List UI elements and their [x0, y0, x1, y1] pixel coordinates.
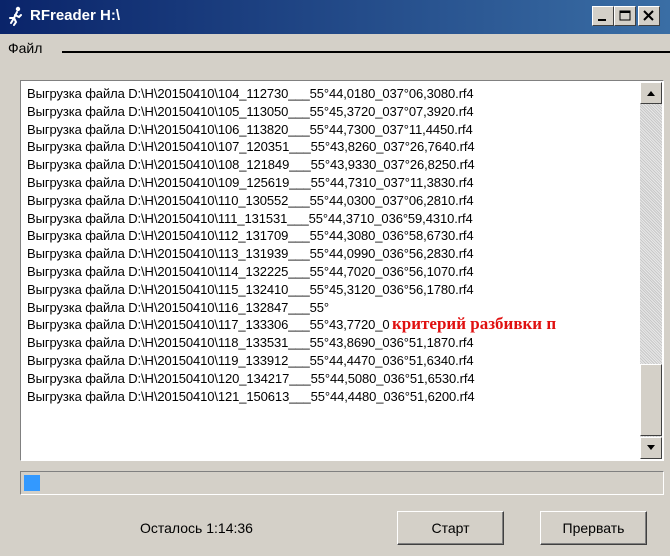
minimize-icon	[598, 19, 606, 21]
list-item[interactable]: Выгрузка файла D:\H\20150410\114_132225_…	[27, 263, 637, 281]
progress-fill	[24, 475, 40, 491]
remaining-time: Осталось 1:14:36	[140, 520, 253, 536]
arrow-up-icon	[647, 91, 655, 96]
list-item[interactable]: Выгрузка файла D:\H\20150410\109_125619_…	[27, 174, 637, 192]
list-item[interactable]: Выгрузка файла D:\H\20150410\112_131709_…	[27, 227, 637, 245]
list-item[interactable]: Выгрузка файла D:\H\20150410\110_130552_…	[27, 192, 637, 210]
maximize-icon	[619, 10, 631, 21]
log-listbox[interactable]: Выгрузка файла D:\H\20150410\104_112730_…	[20, 80, 664, 461]
title-bar[interactable]: RFreader H:\	[0, 0, 670, 34]
list-item[interactable]: Выгрузка файла D:\H\20150410\104_112730_…	[27, 85, 637, 103]
list-item[interactable]: Выгрузка файла D:\H\20150410\120_134217_…	[27, 370, 637, 388]
menu-divider	[62, 51, 670, 53]
list-item[interactable]: Выгрузка файла D:\H\20150410\105_113050_…	[27, 103, 637, 121]
list-item[interactable]: Выгрузка файла D:\H\20150410\108_121849_…	[27, 156, 637, 174]
app-window: RFreader H:\ Файл Выгрузка файла D:\H\20…	[0, 0, 670, 556]
list-item[interactable]: Выгрузка файла D:\H\20150410\106_113820_…	[27, 121, 637, 139]
close-icon	[643, 10, 654, 21]
overlay-annotation: критерий разбивки п	[390, 314, 559, 334]
stop-button[interactable]: Прервать	[540, 511, 647, 545]
start-button[interactable]: Старт	[397, 511, 504, 545]
minimize-button[interactable]	[592, 6, 614, 26]
scroll-up-button[interactable]	[640, 82, 662, 104]
list-item[interactable]: Выгрузка файла D:\H\20150410\111_131531_…	[27, 210, 637, 228]
log-items: Выгрузка файла D:\H\20150410\104_112730_…	[27, 85, 637, 405]
running-man-icon	[6, 6, 26, 26]
list-item[interactable]: Выгрузка файла D:\H\20150410\113_131939_…	[27, 245, 637, 263]
menu-file[interactable]: Файл	[8, 40, 42, 56]
maximize-button[interactable]	[614, 6, 636, 26]
vertical-scrollbar[interactable]	[640, 82, 662, 459]
list-item[interactable]: Выгрузка файла D:\H\20150410\107_120351_…	[27, 138, 637, 156]
list-item[interactable]: Выгрузка файла D:\H\20150410\119_133912_…	[27, 352, 637, 370]
close-button[interactable]	[638, 6, 660, 26]
list-item[interactable]: Выгрузка файла D:\H\20150410\118_133531_…	[27, 334, 637, 352]
menu-bar: Файл	[0, 36, 670, 60]
progress-bar	[20, 471, 664, 495]
scroll-down-button[interactable]	[640, 437, 662, 459]
list-item[interactable]: Выгрузка файла D:\H\20150410\115_132410_…	[27, 281, 637, 299]
arrow-down-icon	[647, 445, 655, 450]
list-item[interactable]: Выгрузка файла D:\H\20150410\121_150613_…	[27, 388, 637, 406]
window-title: RFreader H:\	[30, 7, 121, 24]
scroll-thumb[interactable]	[640, 364, 662, 436]
